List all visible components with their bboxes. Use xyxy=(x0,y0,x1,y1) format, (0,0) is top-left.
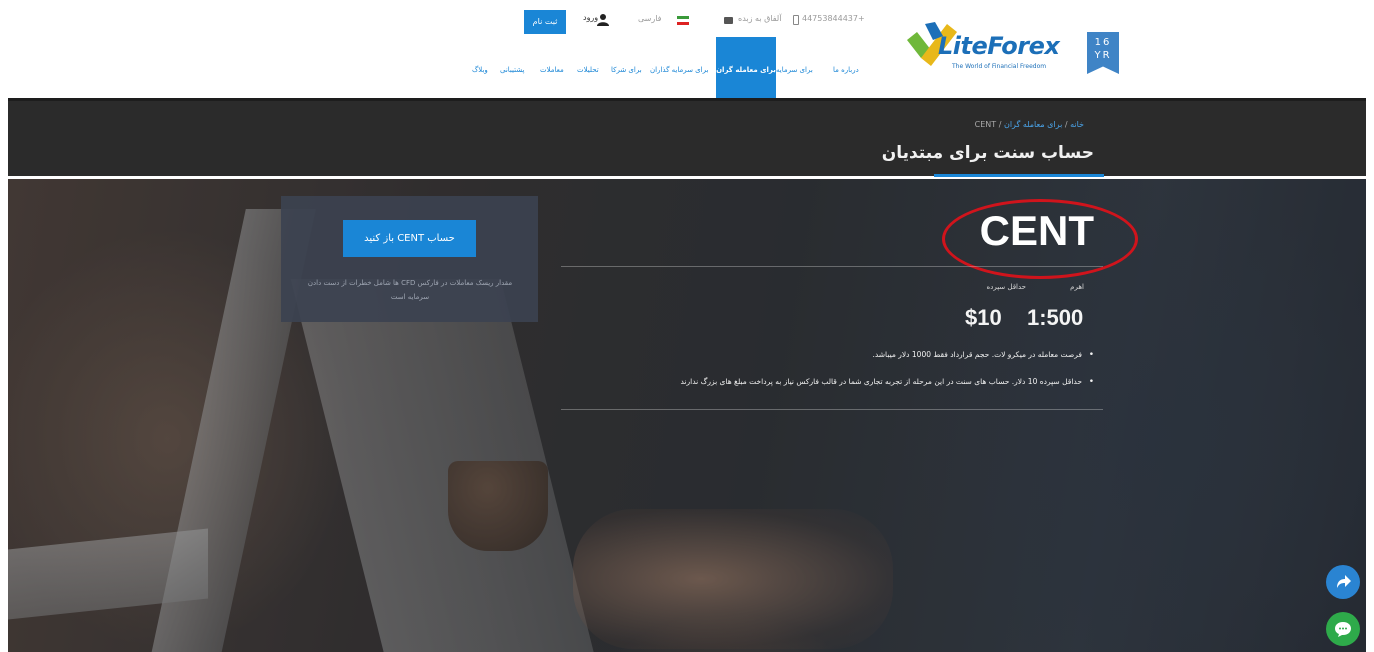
breadcrumb-separator: / xyxy=(1062,120,1068,129)
nav-item-investment[interactable]: برای سرمایه xyxy=(776,37,813,98)
phone-number[interactable]: 44753844437+ xyxy=(802,14,865,30)
nav-item-investors[interactable]: برای سرمایه گذاران xyxy=(650,37,708,98)
nav-item-partners[interactable]: برای شرکا xyxy=(611,37,642,98)
chat-button[interactable] xyxy=(1326,612,1360,646)
hero-overlay xyxy=(8,179,1366,652)
nav-item-trading[interactable]: معاملات xyxy=(540,37,564,98)
login-link[interactable]: ورود xyxy=(583,13,598,31)
breadcrumb-separator: / xyxy=(996,120,1002,129)
hero-section: حساب CENT باز کنید مقدار ریسک معاملات در… xyxy=(8,179,1366,652)
nav-item-analytics[interactable]: تحلیلات xyxy=(577,37,599,98)
page-title-band: خانه / برای معامله گران / CENT حساب سنت … xyxy=(8,98,1366,177)
nav-item-about[interactable]: درباره ما xyxy=(833,37,859,98)
nav-item-support[interactable]: پشتیبانی xyxy=(500,37,524,98)
divider xyxy=(561,266,1103,267)
nav-item-traders[interactable]: برای معامله گران xyxy=(716,37,776,98)
nav-item-blog[interactable]: وبلاگ xyxy=(472,37,488,98)
iran-flag-icon xyxy=(677,16,689,25)
min-deposit-value: $10 xyxy=(965,305,1002,330)
callback-link[interactable]: آلفاق به زبده xyxy=(738,14,781,30)
feature-item: حداقل سپرده 10 دلار. حساب های سنت در این… xyxy=(534,375,1094,389)
feature-list: فرصت معامله در میکرو لات. حجم قرارداد فق… xyxy=(534,348,1094,402)
callback-icon xyxy=(724,17,733,24)
share-button[interactable] xyxy=(1326,565,1360,599)
min-deposit-label: حداقل سپرده xyxy=(986,283,1026,291)
breadcrumb-section[interactable]: برای معامله گران xyxy=(1004,120,1062,129)
breadcrumb: خانه / برای معامله گران / CENT xyxy=(975,120,1084,129)
page-title: حساب سنت برای مبتدیان xyxy=(881,143,1094,163)
highlight-circle xyxy=(942,199,1138,279)
feature-item: فرصت معامله در میکرو لات. حجم قرارداد فق… xyxy=(534,348,1094,362)
title-underline xyxy=(934,174,1104,177)
chat-bubble-icon xyxy=(1335,622,1351,637)
open-cent-account-button[interactable]: حساب CENT باز کنید xyxy=(343,220,476,257)
language-selector[interactable]: فارسی xyxy=(638,14,662,30)
logo-wordmark: LiteForex xyxy=(938,32,1060,60)
leverage-value: 1:500 xyxy=(1027,305,1084,330)
breadcrumb-current: CENT xyxy=(974,120,997,129)
register-button[interactable]: ثبت نام xyxy=(524,10,566,34)
main-nav: درباره ما برای سرمایه برای معامله گران ب… xyxy=(470,37,880,98)
divider xyxy=(561,409,1103,410)
breadcrumb-home[interactable]: خانه xyxy=(1070,120,1084,129)
share-arrow-icon xyxy=(1337,575,1351,588)
anniversary-badge: 16 YR xyxy=(1087,32,1119,74)
leverage-label: اهرم xyxy=(1070,283,1084,291)
site-header: 16 YR LiteForex The World of Financial F… xyxy=(0,0,1374,98)
risk-warning: مقدار ریسک معاملات در فارکس CFD ها شامل … xyxy=(307,279,513,301)
open-account-panel: حساب CENT باز کنید مقدار ریسک معاملات در… xyxy=(281,196,538,322)
phone-icon xyxy=(793,15,799,25)
logo-tagline: The World of Financial Freedom xyxy=(952,63,1047,70)
